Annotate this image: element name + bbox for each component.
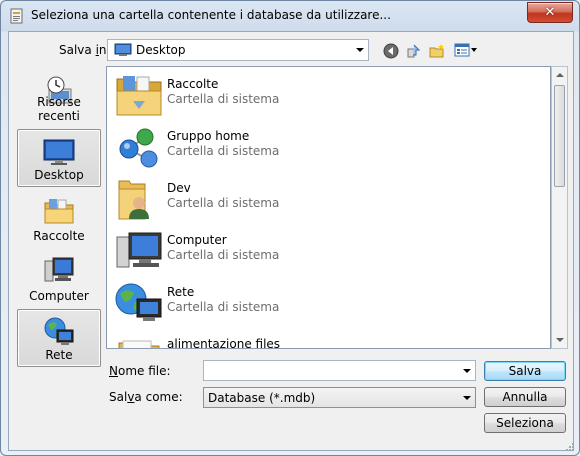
desktop-small-icon [114, 43, 132, 56]
scroll-up-icon[interactable] [556, 73, 564, 77]
file-type: Cartella di sistema [167, 144, 280, 158]
list-item[interactable]: Gruppo home Cartella di sistema [107, 119, 547, 171]
savetype-dropdown[interactable]: Database (*.mdb) [203, 387, 476, 408]
file-type: Cartella di sistema [167, 92, 280, 106]
desktop-icon [43, 139, 75, 165]
places-bar: Risorse recenti Desktop Raccolte Compute… [10, 67, 102, 367]
place-label: Rete [45, 348, 73, 362]
place-libraries[interactable]: Raccolte [17, 189, 101, 247]
filename-label: Nome file: [109, 364, 171, 378]
up-folder-icon[interactable] [406, 43, 422, 59]
save-button[interactable]: Salva [484, 361, 566, 381]
chevron-down-icon[interactable] [356, 48, 364, 52]
resize-grip-icon[interactable] [565, 442, 575, 452]
close-button[interactable]: ✕ [527, 2, 573, 23]
file-name: Dev [167, 181, 191, 195]
file-list[interactable]: Raccolte Cartella di sistema Gruppo home… [106, 66, 551, 349]
location-value: Desktop [136, 43, 186, 57]
file-name: Rete [167, 285, 195, 299]
chevron-down-icon[interactable] [463, 395, 471, 400]
list-item[interactable]: Dev Cartella di sistema [107, 171, 547, 223]
place-network[interactable]: Rete [17, 309, 101, 367]
chevron-down-icon[interactable] [463, 368, 471, 373]
location-dropdown[interactable]: Desktop [107, 39, 369, 61]
scroll-thumb[interactable] [554, 85, 565, 187]
place-computer[interactable]: Computer [17, 249, 101, 307]
close-icon: ✕ [544, 5, 556, 20]
title-bar[interactable]: Seleziona una cartella contenente i data… [1, 1, 579, 31]
place-label: Computer [29, 289, 89, 303]
file-name: Raccolte [167, 77, 219, 91]
savetype-label: Salva come: [109, 390, 183, 404]
file-type: Cartella di sistema [167, 300, 280, 314]
computer-icon [116, 232, 162, 268]
list-item[interactable]: Raccolte Cartella di sistema [107, 67, 547, 119]
network-icon [115, 283, 162, 321]
place-desktop[interactable]: Desktop [17, 129, 101, 187]
cancel-button[interactable]: Annulla [484, 387, 566, 407]
place-label: Desktop [34, 168, 84, 182]
user-folder-icon [118, 180, 149, 220]
savetype-value: Database (*.mdb) [208, 391, 316, 405]
file-type: Cartella di sistema [167, 196, 280, 210]
list-item[interactable]: alimentazione files [107, 327, 547, 349]
vertical-scrollbar[interactable] [551, 66, 568, 349]
window-title: Seleziona una cartella contenente i data… [31, 8, 391, 22]
new-folder-icon[interactable] [429, 43, 445, 59]
filename-input[interactable] [203, 360, 476, 381]
place-recent[interactable]: Risorse recenti [17, 69, 101, 127]
view-menu-icon [454, 43, 470, 57]
file-type: Cartella di sistema [167, 248, 280, 262]
file-name: alimentazione files [167, 337, 281, 349]
place-label: Raccolte [33, 229, 85, 243]
libraries-icon [44, 199, 74, 224]
file-name: Gruppo home [167, 129, 250, 143]
back-icon[interactable] [383, 43, 399, 59]
select-button[interactable]: Seleziona [484, 413, 566, 433]
homegroup-icon [119, 128, 158, 168]
view-menu-button[interactable] [452, 41, 478, 59]
network-icon [44, 317, 74, 345]
place-label: Risorse recenti [37, 95, 81, 123]
folder-icon [118, 340, 160, 348]
dialog-window: Seleziona una cartella contenente i data… [0, 0, 580, 456]
app-icon [10, 8, 23, 24]
list-item[interactable]: Rete Cartella di sistema [107, 275, 547, 327]
list-item[interactable]: Computer Cartella di sistema [107, 223, 547, 275]
computer-icon [44, 257, 74, 282]
save-in-label: Salva in: [59, 43, 111, 57]
scroll-down-icon[interactable] [556, 338, 564, 342]
file-name: Computer [167, 233, 227, 247]
chevron-down-icon [471, 48, 477, 52]
libraries-folder-icon [116, 76, 162, 116]
